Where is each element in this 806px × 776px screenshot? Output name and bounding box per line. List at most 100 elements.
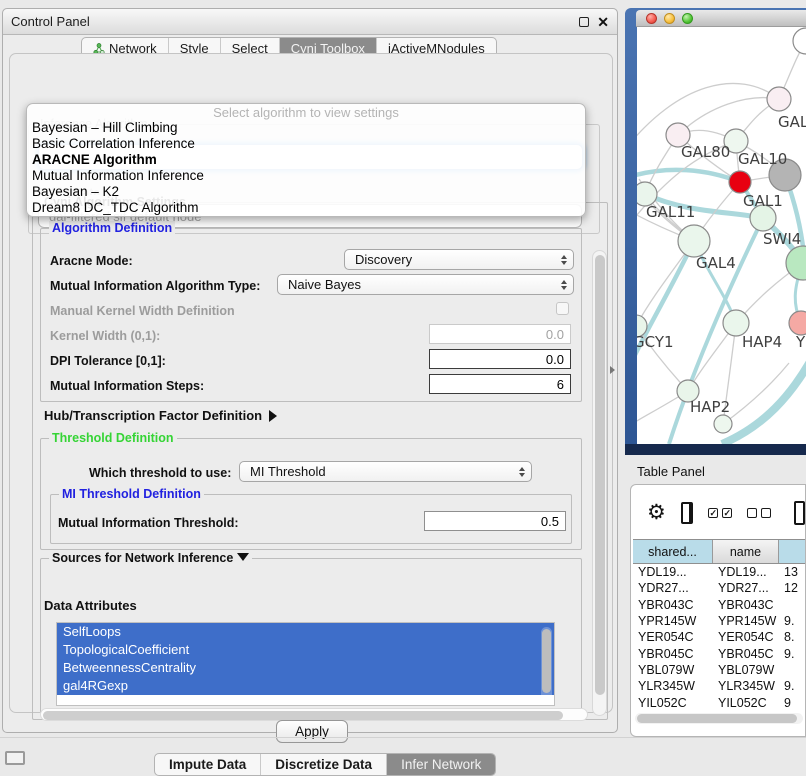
cell-value[interactable]: 9. — [779, 679, 806, 693]
cell-value[interactable]: 9. — [779, 614, 806, 628]
control-panel-titlebar[interactable]: Control Panel ✕ — [3, 9, 617, 35]
cell-shared[interactable]: YIL052C — [633, 696, 713, 710]
dropdown-item-bayesian-hill[interactable]: Bayesian – Hill Climbing — [27, 120, 585, 136]
dropdown-item-dream8[interactable]: Dream8 DC_TDC Algorithm — [27, 200, 585, 216]
cell-value[interactable]: 13 — [779, 565, 806, 579]
kernel-width-field[interactable]: 0.0 — [429, 324, 571, 344]
list-scrollbar[interactable] — [541, 627, 552, 703]
cell-shared[interactable]: YBR043C — [633, 598, 713, 612]
cell-name[interactable]: YER054C — [713, 630, 779, 644]
node-label: GAL — [778, 113, 806, 131]
list-item-betweennesscentrality[interactable]: BetweennessCentrality — [57, 659, 554, 677]
minimized-panel-icon[interactable] — [5, 751, 25, 765]
table-row[interactable]: YBL079W YBL079W — [633, 662, 806, 678]
split-columns-icon[interactable] — [681, 502, 693, 524]
column-header-name[interactable]: name — [713, 540, 779, 563]
float-window-icon[interactable] — [579, 17, 589, 27]
mi-steps-field[interactable]: 6 — [429, 374, 571, 394]
table-row[interactable]: YDR27... YDR27... 12 — [633, 580, 806, 596]
node-salmon[interactable] — [789, 311, 806, 335]
table-row[interactable]: YIL052C YIL052C 9 — [633, 694, 806, 710]
list-item-topologicalcoefficient[interactable]: TopologicalCoefficient — [57, 641, 554, 659]
table-row[interactable]: YBR045C YBR045C 9. — [633, 645, 806, 661]
cell-shared[interactable]: YDL19... — [633, 565, 713, 579]
cell-name[interactable]: YLR345W — [713, 679, 779, 693]
gear-icon[interactable]: ⚙ — [647, 503, 666, 523]
cell-shared[interactable]: YDR27... — [633, 581, 713, 595]
close-icon[interactable]: ✕ — [597, 17, 609, 27]
manual-kernel-checkbox[interactable] — [556, 302, 569, 315]
settings-vertical-thumb[interactable] — [595, 255, 605, 695]
zoom-traffic-light-icon[interactable] — [682, 13, 693, 24]
document-icon[interactable] — [794, 501, 805, 525]
cell-shared[interactable]: YLR345W — [633, 679, 713, 693]
dropdown-item-basic-correlation[interactable]: Basic Correlation Inference — [27, 136, 585, 152]
settings-horizontal-thumb[interactable] — [43, 711, 563, 720]
table-row[interactable]: YBR043C YBR043C — [633, 597, 806, 613]
dropdown-item-mutual-information[interactable]: Mutual Information Inference — [27, 168, 585, 184]
cell-name[interactable]: YPR145W — [713, 614, 779, 628]
column-header-partial[interactable] — [779, 540, 806, 563]
cell-shared[interactable]: YBL079W — [633, 663, 713, 677]
node-label: GAL4 — [696, 254, 736, 272]
mi-threshold-label: Mutual Information Threshold: — [58, 516, 239, 530]
table-row[interactable]: YLR345W YLR345W 9. — [633, 678, 806, 694]
cell-name[interactable]: YBL079W — [713, 663, 779, 677]
tab-impute-data[interactable]: Impute Data — [155, 754, 261, 775]
list-scrollbar-thumb[interactable] — [542, 629, 551, 693]
cell-value[interactable]: 8. — [779, 630, 806, 644]
node-swi4[interactable] — [786, 246, 806, 280]
list-item-selfloops[interactable]: SelfLoops — [57, 623, 554, 641]
kernel-width-value: 0.0 — [546, 327, 564, 342]
list-item-gal4rgexp[interactable]: gal4RGexp — [57, 677, 554, 695]
dropdown-item-bayesian-k2[interactable]: Bayesian – K2 — [27, 184, 585, 200]
table-horizontal-scrollbar[interactable] — [635, 713, 803, 724]
cell-shared[interactable]: YBR045C — [633, 647, 713, 661]
column-header-shared[interactable]: shared... — [633, 540, 713, 563]
select-all-columns-icon[interactable]: ✓✓ — [708, 508, 732, 518]
network-canvas[interactable]: GAL GAL80 GAL10 GAL1 GAL11 GAL4 SWI4 GCY… — [637, 27, 806, 444]
cell-shared[interactable]: YER054C — [633, 630, 713, 644]
node-gal4[interactable] — [678, 225, 710, 257]
cell-name[interactable]: YBR043C — [713, 598, 779, 612]
hub-definition-toggle[interactable]: Hub/Transcription Factor Definition — [44, 408, 277, 423]
collapsed-arrow-icon[interactable] — [269, 410, 277, 422]
which-threshold-combo[interactable]: MI Threshold — [239, 461, 532, 482]
mi-threshold-value: 0.5 — [541, 514, 559, 529]
table-row[interactable]: YPR145W YPR145W 9. — [633, 613, 806, 629]
settings-vertical-scrollbar[interactable] — [592, 250, 607, 716]
tab-discretize-data[interactable]: Discretize Data — [261, 754, 387, 775]
deselect-all-columns-icon[interactable] — [747, 508, 771, 518]
table-horizontal-thumb[interactable] — [637, 714, 797, 723]
cell-value[interactable]: 12 — [779, 581, 806, 595]
cell-name[interactable]: YDR27... — [713, 581, 779, 595]
cell-name[interactable]: YBR045C — [713, 647, 779, 661]
expanded-arrow-icon[interactable] — [237, 553, 249, 561]
node-gal-partial[interactable] — [767, 87, 791, 111]
table-row[interactable]: YDL19... YDL19... 13 — [633, 564, 806, 580]
bottom-divider — [0, 737, 806, 738]
mi-type-combo[interactable]: Naive Bayes — [277, 274, 574, 295]
tab-infer-network[interactable]: Infer Network — [387, 754, 495, 775]
cell-value[interactable]: 9. — [779, 647, 806, 661]
mi-threshold-field[interactable]: 0.5 — [424, 511, 566, 531]
node-partial-bottom[interactable] — [714, 415, 732, 433]
cell-name[interactable]: YIL052C — [713, 696, 779, 710]
kernel-width-label: Kernel Width (0,1): — [50, 329, 160, 343]
minimize-traffic-light-icon[interactable] — [664, 13, 675, 24]
cell-shared[interactable]: YPR145W — [633, 614, 713, 628]
aracne-mode-combo[interactable]: Discovery — [344, 249, 574, 270]
close-traffic-light-icon[interactable] — [646, 13, 657, 24]
cell-value[interactable]: 9 — [779, 696, 806, 710]
dropdown-item-aracne[interactable]: ARACNE Algorithm — [27, 152, 585, 168]
network-window-titlebar[interactable] — [636, 10, 806, 27]
dpi-tolerance-field[interactable]: 0.0 — [429, 349, 571, 369]
cell-name[interactable]: YDL19... — [713, 565, 779, 579]
node-partial-top[interactable] — [793, 28, 806, 54]
split-pane-collapse-icon[interactable] — [610, 366, 615, 374]
node-gal1[interactable] — [729, 171, 751, 193]
cyni-bottom-tab-bar: Impute Data Discretize Data Infer Networ… — [154, 753, 496, 776]
sources-group-title[interactable]: Sources for Network Inference — [49, 551, 252, 565]
apply-button[interactable]: Apply — [276, 720, 348, 743]
table-row[interactable]: YER054C YER054C 8. — [633, 629, 806, 645]
